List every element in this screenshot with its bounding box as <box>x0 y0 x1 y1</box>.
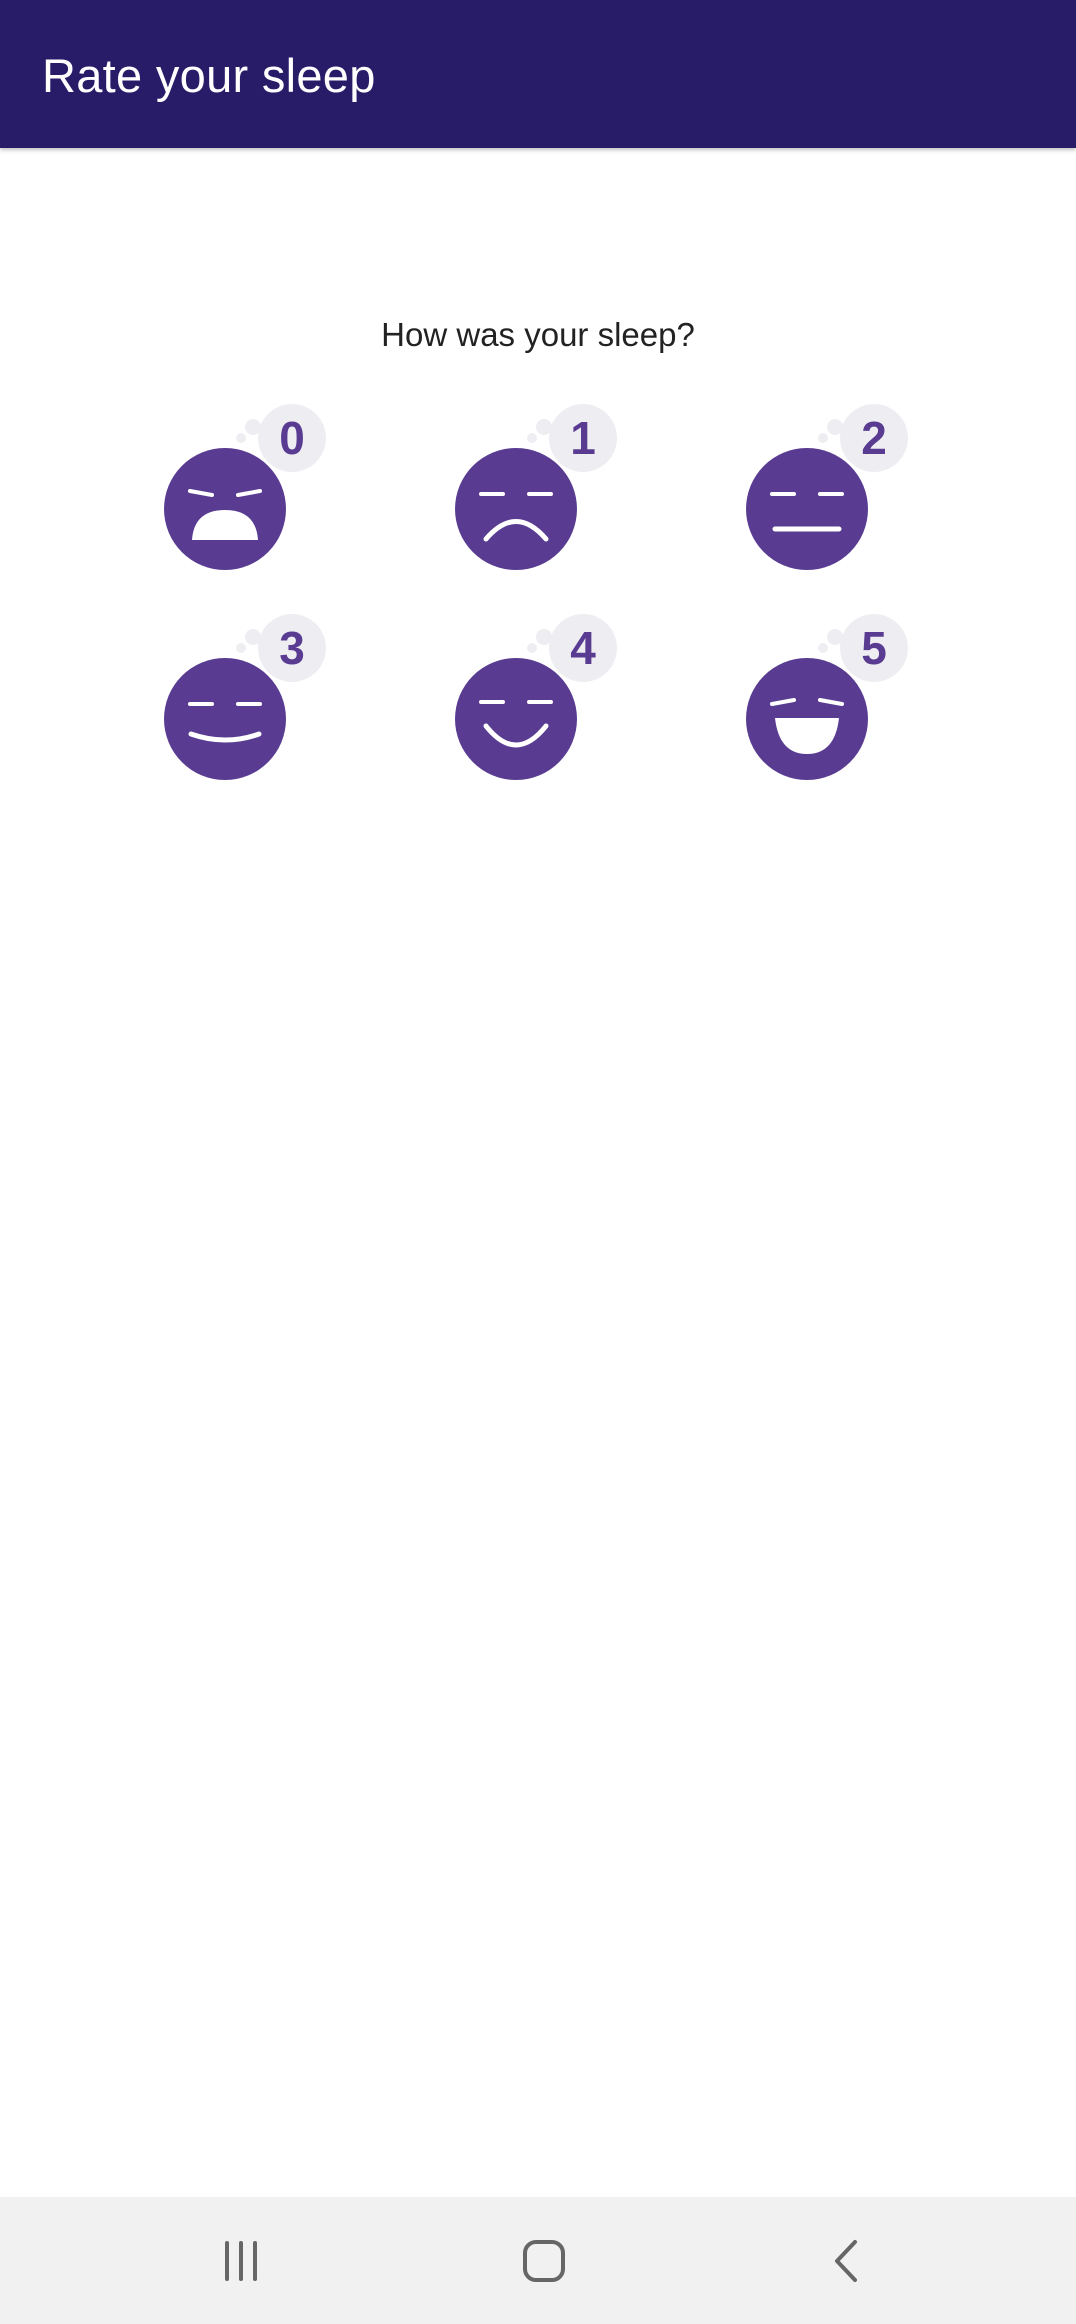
rating-option-4[interactable]: 4 <box>449 614 629 814</box>
recents-icon <box>225 2240 257 2281</box>
back-icon <box>835 2239 857 2282</box>
rating-option-0[interactable]: 0 <box>158 404 338 604</box>
rating-option-1[interactable]: 1 <box>449 404 629 604</box>
home-button[interactable] <box>464 2197 624 2324</box>
home-icon <box>523 2239 565 2282</box>
rating-number: 1 <box>570 412 596 464</box>
rating-option-3[interactable]: 3 <box>158 614 338 814</box>
rating-number: 4 <box>570 622 596 674</box>
app-bar: Rate your sleep <box>0 0 1076 148</box>
rating-number: 0 <box>279 412 305 464</box>
rating-option-2[interactable]: 2 <box>740 404 920 604</box>
sleep-question: How was your sleep? <box>381 316 695 353</box>
rating-number: 5 <box>861 622 887 674</box>
system-nav-bar <box>0 2197 1076 2324</box>
rating-number: 3 <box>279 622 305 674</box>
page-title: Rate your sleep <box>42 49 376 102</box>
rating-number: 2 <box>861 412 887 464</box>
back-button[interactable] <box>767 2197 927 2324</box>
rating-option-5[interactable]: 5 <box>740 614 920 814</box>
recents-button[interactable] <box>161 2197 321 2324</box>
